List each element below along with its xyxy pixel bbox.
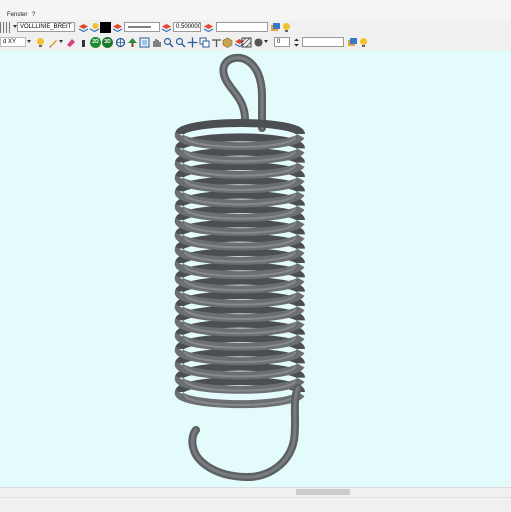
- view-3d-button[interactable]: 3D: [102, 37, 113, 48]
- pan-hand-icon[interactable]: [151, 37, 162, 48]
- rotate-view-icon[interactable]: [115, 37, 126, 48]
- layer-bulb-icon[interactable]: [89, 22, 100, 33]
- dropdown-arrow-icon[interactable]: [27, 40, 31, 43]
- scrollbar-thumb[interactable]: [296, 489, 350, 495]
- model-viewport[interactable]: [0, 50, 511, 487]
- properties-toolbar: VOLLLINIE_BREIT 0.500000: [0, 20, 511, 36]
- layer-stack-icon[interactable]: [112, 22, 123, 33]
- view-plane-select[interactable]: d XY: [0, 37, 26, 47]
- spring-coils: [174, 119, 305, 409]
- zoom-window-icon[interactable]: [139, 37, 150, 48]
- sphere-icon[interactable]: [253, 37, 264, 48]
- lightbulb-icon[interactable]: [35, 37, 46, 48]
- move-view-icon[interactable]: [187, 37, 198, 48]
- linetype-select[interactable]: VOLLLINIE_BREIT: [17, 22, 75, 32]
- status-bar: [0, 497, 511, 512]
- shaded-cube-icon[interactable]: [222, 37, 233, 48]
- layer-manager-icon[interactable]: [347, 37, 358, 48]
- copy-view-icon[interactable]: [199, 37, 210, 48]
- coil-back: [175, 119, 305, 136]
- tree-view-icon[interactable]: [127, 37, 138, 48]
- view-toolbar: d XY 2D 3D 0: [0, 35, 511, 51]
- view-text-field[interactable]: [302, 37, 344, 47]
- layer-stack-icon[interactable]: [78, 22, 89, 33]
- hatch-pattern-icon[interactable]: [241, 37, 252, 48]
- small-figure-icon[interactable]: [78, 37, 89, 48]
- layer-stack-icon[interactable]: [161, 22, 172, 33]
- lineweight-field[interactable]: 0.500000: [173, 22, 201, 32]
- spinner-icon[interactable]: [291, 37, 299, 48]
- layer-manager-icon[interactable]: [270, 22, 281, 33]
- view-2d-button[interactable]: 2D: [90, 37, 101, 48]
- numeric-field[interactable]: 0: [274, 37, 290, 47]
- zoom-in-icon[interactable]: [163, 37, 174, 48]
- lightbulb-icon[interactable]: [358, 37, 369, 48]
- dropdown-arrow-icon[interactable]: [59, 40, 63, 43]
- section-plane-icon[interactable]: [211, 37, 222, 48]
- lightbulb-icon[interactable]: [281, 22, 292, 33]
- pencil-icon[interactable]: [48, 37, 59, 48]
- eraser-icon[interactable]: [65, 37, 76, 48]
- color-swatch-black[interactable]: [100, 22, 111, 33]
- zoom-out-icon[interactable]: [175, 37, 186, 48]
- dropdown-arrow-icon[interactable]: [264, 40, 268, 43]
- horizontal-scrollbar[interactable]: [0, 487, 511, 497]
- property-text-field[interactable]: [216, 22, 268, 32]
- menu-bar: Fenster ?: [0, 0, 511, 20]
- layer-stack-icon[interactable]: [203, 22, 214, 33]
- toolbar-grip[interactable]: [0, 22, 12, 33]
- menu-help[interactable]: ?: [32, 12, 35, 18]
- menu-fenster[interactable]: Fenster: [7, 12, 27, 18]
- linestyle-select[interactable]: [124, 22, 160, 32]
- extension-spring-icon: [174, 53, 305, 482]
